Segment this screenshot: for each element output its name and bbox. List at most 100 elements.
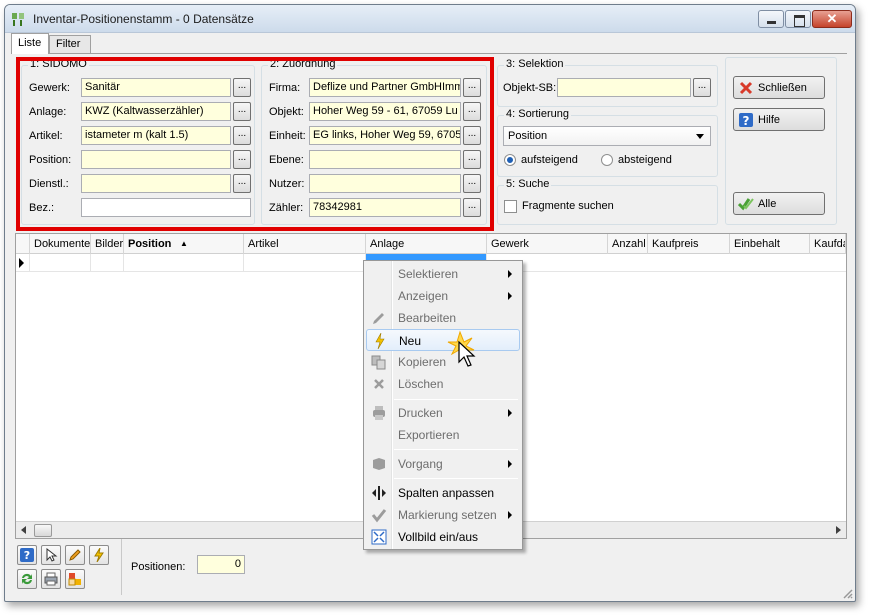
menu-item-exportieren-label: Exportieren (398, 428, 460, 442)
svg-text:?: ? (24, 549, 30, 562)
hilfe-label: Hilfe (758, 114, 781, 126)
objekt-sb-browse-button[interactable]: ... (693, 78, 711, 97)
cell-dokumente[interactable] (30, 254, 91, 272)
column-einbehalt[interactable]: Einbehalt (730, 234, 810, 254)
scroll-right-icon[interactable] (836, 526, 841, 534)
window-title: Inventar-Positionenstamm - 0 Datensätze (33, 12, 254, 26)
menu-item-spalten-anpassen-label: Spalten anpassen (398, 486, 495, 500)
current-row-icon (19, 258, 24, 268)
submenu-arrow-icon (508, 460, 512, 468)
menu-separator (394, 399, 518, 400)
sort-ascending-icon: ▲ (180, 239, 188, 248)
menu-item-markierung-setzen-label: Markierung setzen (398, 508, 497, 522)
menu-item-loeschen[interactable]: Löschen (366, 373, 520, 395)
column-artikel[interactable]: Artikel (244, 234, 366, 254)
menu-item-bearbeiten[interactable]: Bearbeiten (366, 307, 520, 329)
edit-toolbar-button[interactable] (65, 545, 85, 565)
tab-liste[interactable]: Liste (11, 33, 49, 54)
alle-button[interactable]: Alle (733, 192, 825, 215)
print-toolbar-button[interactable] (41, 569, 61, 589)
close-window-button[interactable]: ✕ (812, 10, 852, 28)
column-resize-icon (372, 486, 386, 500)
menu-item-drucken[interactable]: Drucken (366, 402, 520, 424)
cell-position[interactable] (124, 254, 244, 272)
suche-group-title: 5: Suche (504, 178, 552, 190)
column-anzahl[interactable]: Anzahl (608, 234, 648, 254)
refresh-icon (22, 573, 32, 585)
fragmente-suchen-label: Fragmente suchen (522, 200, 614, 212)
menu-item-bearbeiten-label: Bearbeiten (398, 311, 457, 325)
cell-bilder[interactable] (91, 254, 124, 272)
menu-item-loeschen-label: Löschen (398, 377, 444, 391)
help-toolbar-button[interactable]: ? (17, 545, 37, 565)
grid-header: Dokumente Bilder Position ▲ Artikel Anla… (16, 234, 846, 254)
row-selector-header (16, 234, 30, 254)
sort-field-select[interactable]: Position (503, 126, 711, 146)
scroll-left-icon[interactable] (21, 526, 26, 534)
menu-item-anzeigen[interactable]: Anzeigen (366, 285, 520, 307)
menu-item-anzeigen-label: Anzeigen (398, 289, 449, 303)
chevron-down-icon (696, 134, 704, 139)
submenu-arrow-icon (508, 270, 512, 278)
menu-item-selektieren[interactable]: Selektieren (366, 263, 520, 285)
sort-descending-radio[interactable] (601, 154, 613, 166)
refresh-toolbar-button[interactable] (17, 569, 37, 589)
objekt-sb-field[interactable] (557, 78, 691, 97)
column-kaufpreis[interactable]: Kaufpreis (648, 234, 730, 254)
select-toolbar-button[interactable] (41, 545, 61, 565)
minimize-button[interactable] (758, 10, 784, 28)
menu-item-kopieren[interactable]: Kopieren (366, 351, 520, 373)
column-gewerk[interactable]: Gewerk (487, 234, 608, 254)
hilfe-button[interactable]: ? Hilfe (733, 108, 825, 131)
menu-item-markierung-setzen[interactable]: Markierung setzen (366, 504, 520, 526)
lightning-icon (94, 548, 104, 562)
mouse-cursor-icon (447, 330, 476, 367)
svg-text:?: ? (743, 114, 750, 128)
tab-filter[interactable]: Filter (49, 35, 91, 53)
menu-item-vorgang[interactable]: Vorgang (366, 453, 520, 475)
menu-item-neu[interactable]: Neu (366, 329, 520, 351)
selektion-group-title: 3: Selektion (504, 58, 566, 70)
suche-group: 5: Suche Fragmente suchen (497, 178, 718, 225)
submenu-arrow-icon (508, 511, 512, 519)
process-icon (373, 458, 385, 470)
new-toolbar-button[interactable] (89, 545, 109, 565)
menu-item-vorgang-label: Vorgang (398, 457, 443, 471)
printer-icon (373, 406, 385, 420)
column-position-label: Position (128, 238, 172, 250)
context-menu: Selektieren Anzeigen Bearbeiten Neu Kopi… (363, 260, 523, 550)
column-kaufdatum[interactable]: Kaufda (810, 234, 846, 254)
scrollbar-thumb[interactable] (34, 524, 52, 537)
maximize-button[interactable] (785, 10, 811, 28)
close-icon: ✕ (826, 11, 838, 26)
menu-item-kopieren-label: Kopieren (398, 355, 447, 369)
column-dokumente[interactable]: Dokumente (30, 234, 91, 254)
menu-item-exportieren[interactable]: Exportieren (366, 424, 520, 446)
footer-divider (121, 539, 122, 595)
menu-item-neu-label: Neu (399, 334, 422, 348)
menu-item-drucken-label: Drucken (398, 406, 443, 420)
close-x-icon (739, 81, 753, 95)
fragmente-suchen-checkbox[interactable] (504, 200, 517, 213)
menu-item-vollbild-label: Vollbild ein/aus (398, 530, 479, 544)
column-anlage[interactable]: Anlage (366, 234, 487, 254)
submenu-arrow-icon (508, 292, 512, 300)
menu-item-spalten-anpassen[interactable]: Spalten anpassen (366, 482, 520, 504)
check-all-icon (738, 198, 754, 211)
sort-ascending-label: aufsteigend (521, 154, 578, 166)
export-toolbar-button[interactable] (65, 569, 85, 589)
cell-artikel[interactable] (244, 254, 366, 272)
copy-icon (371, 355, 386, 370)
resize-grip-icon[interactable] (841, 587, 853, 599)
sortierung-group: 4: Sortierung Position aufsteigend abste… (497, 108, 718, 177)
schliessen-button[interactable]: Schließen (733, 76, 825, 99)
submenu-arrow-icon (508, 409, 512, 417)
sortierung-group-title: 4: Sortierung (504, 108, 571, 120)
column-bilder[interactable]: Bilder (91, 234, 124, 254)
row-selector[interactable] (16, 254, 30, 272)
column-position[interactable]: Position ▲ (124, 234, 244, 254)
menu-item-vollbild[interactable]: Vollbild ein/aus (366, 526, 520, 548)
printer-icon (44, 572, 58, 586)
sort-ascending-radio[interactable] (504, 154, 516, 166)
delete-x-icon (374, 379, 384, 389)
